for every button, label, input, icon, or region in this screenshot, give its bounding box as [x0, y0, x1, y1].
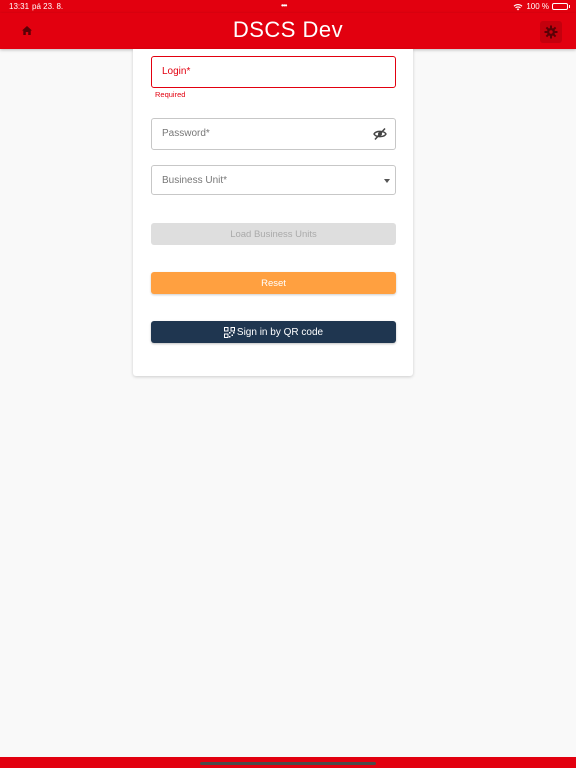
login-error-text: Required: [155, 90, 186, 99]
business-unit-select[interactable]: Business Unit*: [151, 165, 396, 195]
home-indicator[interactable]: [200, 762, 376, 765]
status-time: 13:31: [9, 2, 30, 11]
login-label: Login*: [162, 66, 191, 77]
status-bar: 13:31 pá 23. 8. ••• 100 %: [0, 0, 576, 13]
wifi-icon: [513, 3, 523, 10]
toggle-password-visibility[interactable]: [373, 127, 387, 141]
load-business-units-button[interactable]: Load Business Units: [151, 223, 396, 245]
login-input[interactable]: Login*: [151, 56, 396, 88]
battery-icon: [552, 3, 570, 10]
gear-icon: [544, 25, 558, 39]
reset-button[interactable]: Reset: [151, 272, 396, 294]
sign-in-qr-label: Sign in by QR code: [236, 326, 324, 338]
settings-button[interactable]: [540, 21, 562, 43]
page-title: DSCS Dev: [232, 17, 344, 42]
eye-off-icon: [373, 127, 387, 141]
password-input[interactable]: Password*: [151, 118, 396, 150]
login-card: Login* Required Password* Business Unit*…: [133, 49, 413, 376]
sign-in-qr-button[interactable]: Sign in by QR code: [151, 321, 396, 343]
battery-percent: 100 %: [526, 2, 549, 11]
app-bar: DSCS Dev: [0, 13, 576, 49]
multitasking-dots[interactable]: •••: [281, 1, 287, 10]
status-right: 100 %: [513, 2, 570, 11]
qr-code-icon: [223, 326, 235, 338]
chevron-down-icon: [384, 179, 390, 183]
password-label: Password*: [162, 128, 210, 139]
business-unit-label: Business Unit*: [162, 175, 228, 186]
status-date: pá 23. 8.: [32, 2, 64, 11]
